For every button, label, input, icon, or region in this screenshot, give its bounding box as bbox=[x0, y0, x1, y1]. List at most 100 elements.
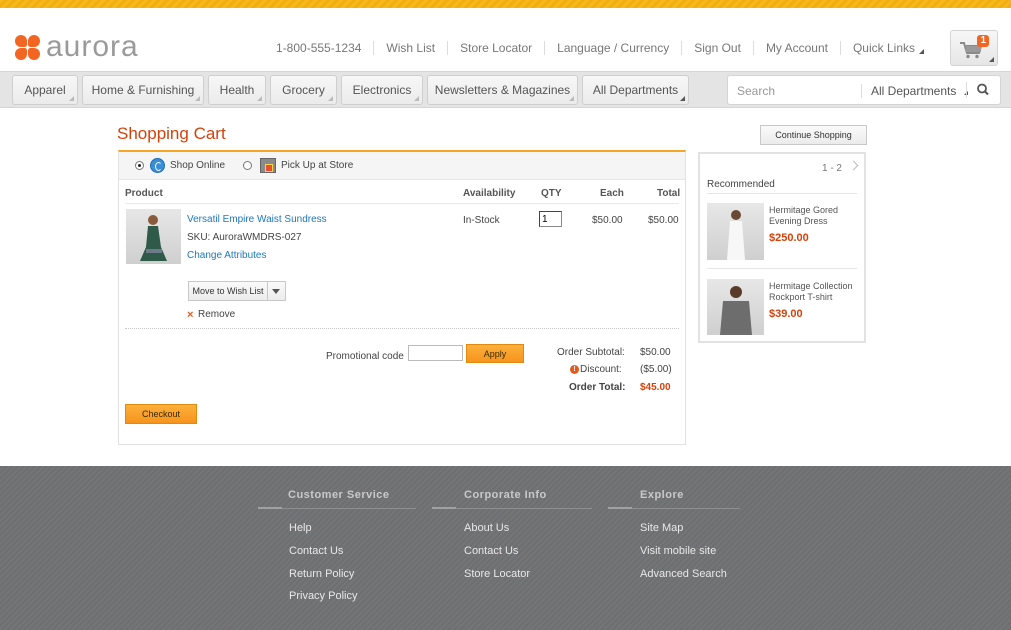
nav-newsletters-magazines[interactable]: Newsletters & Magazines bbox=[427, 75, 578, 105]
footer-link-site-map[interactable]: Site Map bbox=[640, 522, 683, 534]
language-currency-link[interactable]: Language / Currency bbox=[544, 41, 681, 55]
footer-link-contact-us[interactable]: Contact Us bbox=[464, 545, 518, 557]
cart-count-badge: 1 bbox=[977, 35, 989, 47]
store-icon bbox=[260, 158, 276, 173]
product-name-link[interactable]: Versatil Empire Waist Sundress bbox=[187, 214, 327, 225]
mini-cart-button[interactable]: 1 bbox=[950, 30, 998, 66]
footer-link-mobile-site[interactable]: Visit mobile site bbox=[640, 545, 716, 557]
order-total-label: Order Total: bbox=[569, 382, 626, 393]
pick-up-store-radio[interactable] bbox=[243, 161, 252, 170]
footer-link-advanced-search[interactable]: Advanced Search bbox=[640, 568, 727, 580]
phone-number: 1-800-555-1234 bbox=[276, 41, 362, 55]
item-total-price: $50.00 bbox=[648, 215, 679, 226]
search-button[interactable] bbox=[966, 82, 1000, 98]
footer-heading: Explore bbox=[640, 489, 684, 501]
apply-promo-button[interactable]: Apply bbox=[466, 344, 524, 363]
footer-heading-rule bbox=[282, 508, 416, 509]
evening-dress-photo-icon bbox=[727, 210, 745, 260]
recommended-item-price: $250.00 bbox=[769, 232, 809, 244]
footer-link-store-locator[interactable]: Store Locator bbox=[464, 568, 530, 580]
recommended-pager: 1 - 2 bbox=[821, 163, 842, 174]
column-each: Each bbox=[600, 188, 624, 199]
top-accent-stripe bbox=[0, 0, 1011, 8]
footer-heading: Customer Service bbox=[288, 489, 390, 501]
search-department-select[interactable]: All Departments bbox=[861, 84, 968, 98]
shopping-cart-panel: Shop Online Pick Up at Store Product Ava… bbox=[118, 150, 686, 445]
change-attributes-link[interactable]: Change Attributes bbox=[187, 250, 267, 261]
promo-code-input[interactable] bbox=[408, 345, 463, 361]
recommended-item-name[interactable]: Hermitage Collection Rockport T-shirt bbox=[769, 281, 859, 303]
remove-x-icon[interactable]: × bbox=[187, 310, 193, 321]
footer-link-return-policy[interactable]: Return Policy bbox=[289, 568, 354, 580]
discount-row: ! Discount: bbox=[570, 364, 622, 375]
info-icon[interactable]: ! bbox=[570, 365, 579, 374]
remove-link[interactable]: Remove bbox=[198, 309, 235, 320]
site-footer: Customer Service Help Contact Us Return … bbox=[0, 466, 1011, 630]
utility-links: 1-800-555-1234 Wish List Store Locator L… bbox=[264, 41, 936, 55]
nav-home-furnishing[interactable]: Home & Furnishing bbox=[82, 75, 204, 105]
footer-link-contact-us[interactable]: Contact Us bbox=[289, 545, 343, 557]
globe-icon bbox=[150, 158, 165, 173]
sundress-photo-icon bbox=[140, 215, 167, 261]
continue-shopping-button[interactable]: Continue Shopping bbox=[760, 125, 867, 145]
product-image[interactable] bbox=[126, 209, 181, 264]
chevron-right-icon[interactable] bbox=[848, 160, 859, 171]
column-qty: QTY bbox=[541, 188, 562, 199]
recommended-item-price: $39.00 bbox=[769, 308, 803, 320]
footer-heading-rule bbox=[632, 508, 740, 509]
recommended-divider bbox=[707, 268, 857, 269]
column-product: Product bbox=[125, 188, 163, 199]
checkout-button[interactable]: Checkout bbox=[125, 404, 197, 424]
sign-out-link[interactable]: Sign Out bbox=[681, 41, 753, 55]
product-sku: SKU: AuroraWMDRS-027 bbox=[187, 232, 302, 243]
logo-wordmark: aurora bbox=[46, 30, 139, 63]
footer-heading-rule bbox=[456, 508, 592, 509]
search-icon bbox=[977, 83, 989, 96]
chevron-down-icon[interactable] bbox=[272, 289, 280, 294]
promo-code-label: Promotional code bbox=[326, 351, 404, 362]
dropdown-corner-icon bbox=[989, 57, 994, 62]
nav-health[interactable]: Health bbox=[208, 75, 266, 105]
recommended-heading: Recommended bbox=[707, 179, 775, 190]
pick-up-store-label[interactable]: Pick Up at Store bbox=[281, 160, 353, 171]
shop-online-radio[interactable] bbox=[135, 161, 144, 170]
recommended-item-name[interactable]: Hermitage Gored Evening Dress bbox=[769, 205, 859, 227]
aurora-logo-icon bbox=[15, 34, 40, 60]
footer-heading-accent bbox=[608, 507, 632, 509]
move-to-wish-list-button[interactable]: Move to Wish List bbox=[188, 281, 286, 301]
availability-status: In-Stock bbox=[463, 215, 500, 226]
discount-value: ($5.00) bbox=[640, 364, 672, 375]
footer-heading: Corporate Info bbox=[464, 489, 547, 501]
nav-grocery[interactable]: Grocery bbox=[270, 75, 337, 105]
wish-list-link[interactable]: Wish List bbox=[373, 41, 447, 55]
order-total-value: $45.00 bbox=[640, 382, 671, 393]
nav-apparel[interactable]: Apparel bbox=[12, 75, 78, 105]
column-availability: Availability bbox=[463, 188, 516, 199]
footer-link-about-us[interactable]: About Us bbox=[464, 522, 509, 534]
search-input[interactable]: Search bbox=[737, 84, 775, 98]
nav-electronics[interactable]: Electronics bbox=[341, 75, 423, 105]
column-total: Total bbox=[657, 188, 681, 199]
site-header: aurora 1-800-555-1234 Wish List Store Lo… bbox=[0, 8, 1011, 71]
order-subtotal-value: $50.00 bbox=[640, 347, 671, 358]
my-account-link[interactable]: My Account bbox=[752, 41, 840, 55]
footer-link-help[interactable]: Help bbox=[289, 522, 312, 534]
item-unit-price: $50.00 bbox=[592, 215, 623, 226]
nav-all-departments[interactable]: All Departments bbox=[582, 75, 689, 105]
discount-label: Discount: bbox=[580, 364, 622, 375]
move-to-wish-list-label: Move to Wish List bbox=[189, 282, 268, 300]
footer-link-privacy-policy[interactable]: Privacy Policy bbox=[289, 590, 357, 602]
shop-online-label[interactable]: Shop Online bbox=[170, 160, 225, 171]
footer-heading-accent bbox=[432, 507, 456, 509]
evening-dress-image[interactable] bbox=[707, 203, 764, 260]
logo[interactable]: aurora bbox=[15, 32, 139, 62]
shipping-mode-bar: Shop Online Pick Up at Store bbox=[119, 152, 685, 180]
quick-links-dropdown[interactable]: Quick Links bbox=[839, 41, 936, 55]
page-title: Shopping Cart bbox=[117, 124, 226, 143]
quantity-input[interactable] bbox=[539, 211, 562, 227]
order-subtotal-label: Order Subtotal: bbox=[557, 347, 625, 358]
t-shirt-image[interactable] bbox=[707, 279, 764, 335]
search-box: Search All Departments bbox=[727, 75, 1001, 105]
store-locator-link[interactable]: Store Locator bbox=[447, 41, 544, 55]
item-divider bbox=[125, 328, 679, 329]
